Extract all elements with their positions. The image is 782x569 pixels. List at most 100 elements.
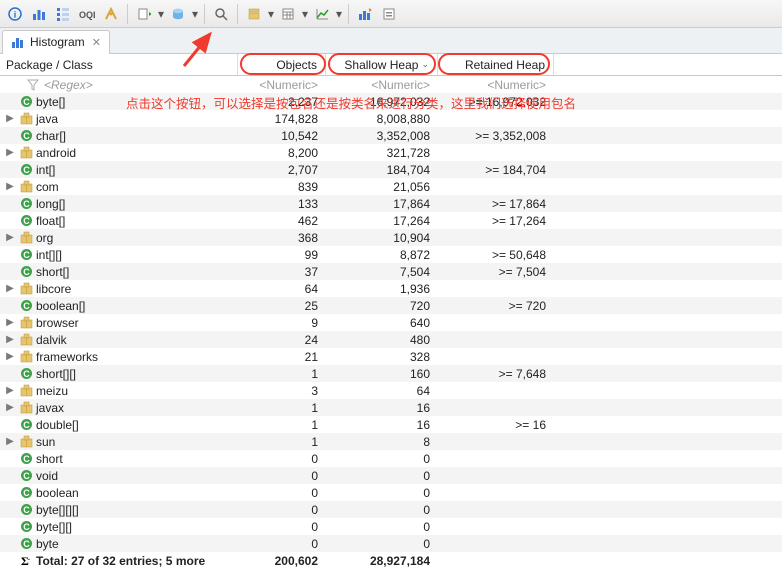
tab-label: Histogram: [30, 35, 85, 49]
row-name: sun: [36, 435, 55, 449]
row-name: short[]: [36, 265, 69, 279]
row-name: meizu: [36, 384, 68, 398]
threads-icon[interactable]: [100, 3, 122, 25]
table-row[interactable]: ▶java174,8288,008,880: [0, 110, 782, 127]
table-row[interactable]: Cint[]2,707184,704>= 184,704: [0, 161, 782, 178]
row-shallow: 8,872: [326, 248, 438, 262]
row-shallow: 0: [326, 503, 438, 517]
filter-objects[interactable]: <Numeric>: [238, 78, 326, 92]
expander-icon[interactable]: ▶: [4, 113, 16, 124]
svg-text:C: C: [23, 471, 30, 481]
col-retained-heap[interactable]: Retained Heap: [438, 54, 554, 75]
expander-icon[interactable]: ▶: [4, 385, 16, 396]
expander-icon[interactable]: ▶: [4, 181, 16, 192]
row-shallow: 0: [326, 452, 438, 466]
total-row[interactable]: Σ.Total: 27 of 32 entries; 5 more200,602…: [0, 552, 782, 569]
row-name: byte[][]: [36, 520, 72, 534]
row-objects: 25: [238, 299, 326, 313]
close-icon[interactable]: ✕: [92, 36, 101, 49]
groupby-icon[interactable]: [243, 3, 265, 25]
row-retained: >= 3,352,008: [438, 129, 554, 143]
tab-histogram[interactable]: Histogram ✕: [2, 30, 110, 54]
tree-icon[interactable]: [52, 3, 74, 25]
table-row[interactable]: Cshort[]377,504>= 7,504: [0, 263, 782, 280]
regex-input[interactable]: <Regex>: [44, 78, 93, 92]
class-icon: C: [19, 163, 33, 177]
expander-icon[interactable]: ▶: [4, 317, 16, 328]
table-row[interactable]: Cbyte[][][]00: [0, 501, 782, 518]
filter-retained[interactable]: <Numeric>: [438, 78, 554, 92]
table-row[interactable]: Cboolean00: [0, 484, 782, 501]
table-row[interactable]: Cbyte00: [0, 535, 782, 552]
row-objects: 0: [238, 537, 326, 551]
table-row[interactable]: Cfloat[]46217,264>= 17,264: [0, 212, 782, 229]
chart-icon[interactable]: [311, 3, 333, 25]
table-row[interactable]: ▶frameworks21328: [0, 348, 782, 365]
expander-icon[interactable]: ▶: [4, 436, 16, 447]
table-row[interactable]: ▶javax116: [0, 399, 782, 416]
table-row[interactable]: Cshort[][]1160>= 7,648: [0, 365, 782, 382]
table-row[interactable]: ▶com83921,056: [0, 178, 782, 195]
table-row[interactable]: ▶browser9640: [0, 314, 782, 331]
calc-icon[interactable]: [277, 3, 299, 25]
table-row[interactable]: ▶libcore641,936: [0, 280, 782, 297]
info-icon[interactable]: i: [4, 3, 26, 25]
run-icon[interactable]: [133, 3, 155, 25]
table-row[interactable]: ▶org36810,904: [0, 229, 782, 246]
oql-icon[interactable]: OQL: [76, 3, 98, 25]
col-objects[interactable]: Objects: [238, 54, 326, 75]
chart-dropdown[interactable]: ▾: [335, 7, 343, 21]
separator: [237, 4, 238, 24]
table-row[interactable]: Cdouble[]116>= 16: [0, 416, 782, 433]
row-objects: 64: [238, 282, 326, 296]
svg-text:C: C: [23, 369, 30, 379]
histogram-icon[interactable]: [28, 3, 50, 25]
package-icon: [19, 180, 33, 194]
class-icon: C: [19, 367, 33, 381]
calc-dropdown[interactable]: ▾: [301, 7, 309, 21]
package-icon: [19, 333, 33, 347]
table-row[interactable]: ▶dalvik24480: [0, 331, 782, 348]
row-objects: 2,237: [238, 95, 326, 109]
groupby-dropdown[interactable]: ▾: [267, 7, 275, 21]
class-icon: C: [19, 197, 33, 211]
table-row[interactable]: Cbyte[][]00: [0, 518, 782, 535]
row-name: com: [36, 180, 59, 194]
expander-icon[interactable]: ▶: [4, 334, 16, 345]
separator: [204, 4, 205, 24]
query-icon[interactable]: [167, 3, 189, 25]
table-row[interactable]: ▶android8,200321,728: [0, 144, 782, 161]
table-row[interactable]: ▶sun18: [0, 433, 782, 450]
table-row[interactable]: Cshort00: [0, 450, 782, 467]
table-row[interactable]: Cvoid00: [0, 467, 782, 484]
table-row[interactable]: Cint[][]998,872>= 50,648: [0, 246, 782, 263]
table-row[interactable]: Clong[]13317,864>= 17,864: [0, 195, 782, 212]
compare-icon[interactable]: [378, 3, 400, 25]
row-shallow: 21,056: [326, 180, 438, 194]
histogram-icon: [11, 35, 25, 49]
table-row[interactable]: Cboolean[]25720>= 720: [0, 297, 782, 314]
expander-icon[interactable]: ▶: [4, 402, 16, 413]
export-icon[interactable]: [354, 3, 376, 25]
svg-text:C: C: [23, 454, 30, 464]
col-package-class[interactable]: Package / Class: [0, 54, 238, 75]
expander-icon[interactable]: ▶: [4, 351, 16, 362]
expander-icon[interactable]: ▶: [4, 147, 16, 158]
expander-icon[interactable]: ▶: [4, 232, 16, 243]
row-name: byte[][][]: [36, 503, 79, 517]
table-row[interactable]: Cchar[]10,5423,352,008>= 3,352,008: [0, 127, 782, 144]
row-objects: 0: [238, 520, 326, 534]
svg-text:C: C: [23, 522, 30, 532]
table-row[interactable]: Cbyte[]2,23716,972,032>= 16,972,032: [0, 93, 782, 110]
search-icon[interactable]: [210, 3, 232, 25]
col-shallow-heap[interactable]: Shallow Heap⌄: [326, 54, 438, 75]
table-row[interactable]: ▶meizu364: [0, 382, 782, 399]
row-shallow: 17,264: [326, 214, 438, 228]
filter-shallow[interactable]: <Numeric>: [326, 78, 438, 92]
query-dropdown[interactable]: ▾: [191, 7, 199, 21]
run-dropdown[interactable]: ▾: [157, 7, 165, 21]
separator: [127, 4, 128, 24]
expander-icon[interactable]: ▶: [4, 283, 16, 294]
row-name: byte: [36, 537, 59, 551]
row-objects: 9: [238, 316, 326, 330]
